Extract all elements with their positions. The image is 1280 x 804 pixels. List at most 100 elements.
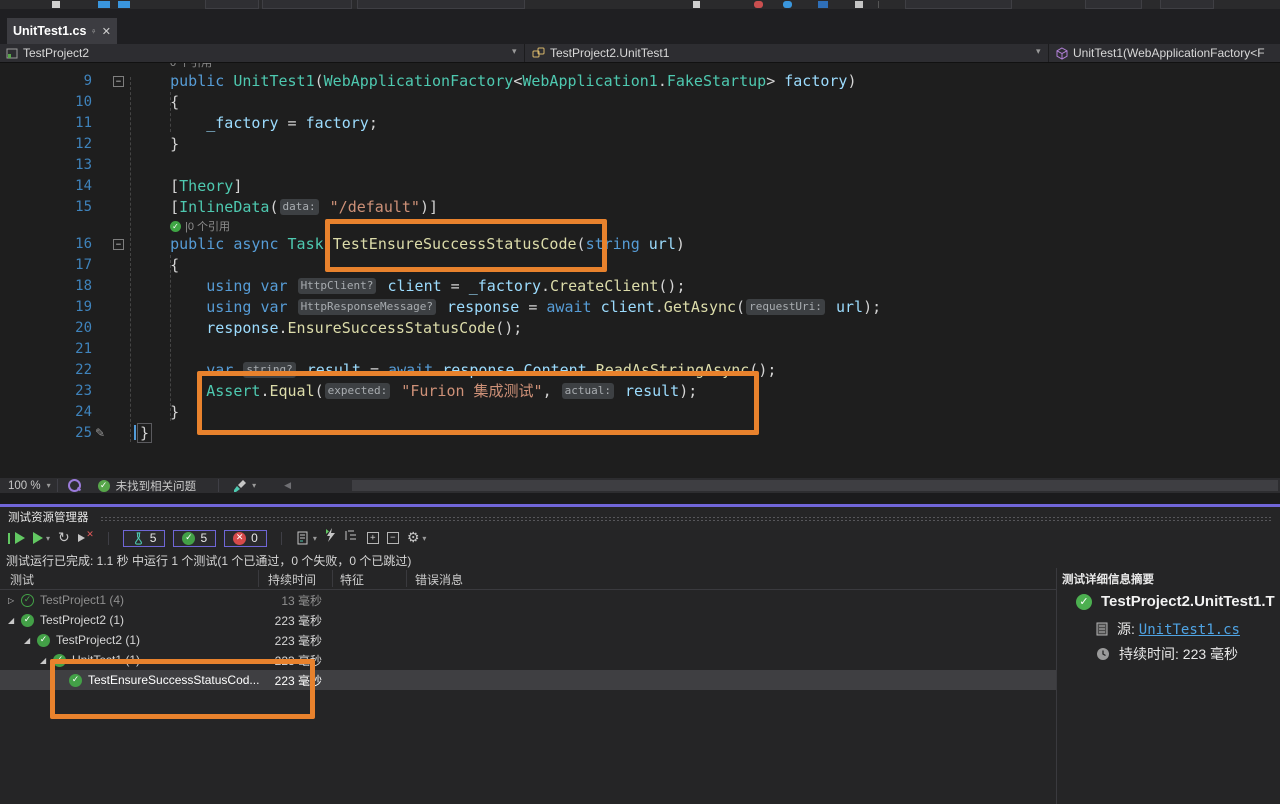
toolbar-combobox-fragment[interactable]: [357, 0, 525, 9]
code-token: ();: [749, 361, 776, 379]
playlist-button[interactable]: ▾: [296, 531, 317, 545]
code-line[interactable]: 16− public async Task TestEnsureSuccessS…: [0, 234, 1280, 255]
live-unit-testing-icon[interactable]: [325, 528, 337, 548]
details-pane-divider[interactable]: [1056, 568, 1057, 804]
code-line[interactable]: 25✎}: [0, 423, 1280, 444]
column-separator[interactable]: [258, 570, 259, 587]
toolbar-combobox-fragment[interactable]: [262, 0, 352, 9]
repeat-last-run-icon[interactable]: ↻: [58, 531, 70, 545]
details-duration: 持续时间: 223 毫秒: [1119, 644, 1238, 664]
scroll-left-icon[interactable]: ◀: [284, 481, 291, 491]
code-token: [134, 298, 206, 316]
test-tree-row[interactable]: ◢✓UnitTest1 (1)223 毫秒: [0, 650, 1056, 670]
fold-collapse-icon[interactable]: −: [113, 239, 124, 250]
column-separator[interactable]: [406, 570, 407, 587]
inline-hint: requestUri:: [746, 299, 825, 315]
chevron-down-icon[interactable]: ▾: [1036, 47, 1041, 57]
breadcrumb-member-dropdown[interactable]: UnitTest1(WebApplicationFactory<F: [1052, 44, 1280, 62]
code-line[interactable]: 18 using var HttpClient? client = _facto…: [0, 276, 1280, 297]
panel-drag-handle[interactable]: [100, 516, 1272, 521]
playlist-icon: [296, 531, 310, 545]
filter-failed-button[interactable]: ✕ 0: [224, 530, 267, 547]
horizontal-scrollbar-thumb[interactable]: [352, 480, 1278, 491]
cancel-run-icon[interactable]: ✕: [78, 531, 94, 545]
test-tree-row[interactable]: ◢✓TestProject2 (1)223 毫秒: [0, 610, 1056, 630]
toolbar-combobox-fragment[interactable]: [1160, 0, 1214, 9]
tab-unittest1[interactable]: UnitTest1.cs ✕: [7, 18, 117, 44]
code-line[interactable]: 24 }: [0, 402, 1280, 423]
code-token: Equal: [269, 382, 314, 400]
code-line[interactable]: 9− public UnitTest1(WebApplicationFactor…: [0, 71, 1280, 92]
run-test-button[interactable]: ▾: [33, 532, 50, 544]
code-cleanup-broom-icon[interactable]: [233, 479, 248, 493]
toolbar-icon-fragment[interactable]: [818, 1, 828, 8]
document-health-icon[interactable]: [68, 479, 81, 492]
test-tree-row[interactable]: ✓TestEnsureSuccessStatusCod...223 毫秒: [0, 670, 1056, 690]
code-line[interactable]: 15 [InlineData(data: "/default")]: [0, 197, 1280, 218]
zoom-level[interactable]: 100 %: [8, 480, 41, 492]
code-line[interactable]: 17 {: [0, 255, 1280, 276]
column-header[interactable]: 错误消息: [415, 571, 463, 588]
code-token: =: [361, 361, 388, 379]
toolbar-icon-fragment[interactable]: [783, 1, 792, 8]
close-icon[interactable]: ✕: [102, 25, 111, 38]
clock-icon: [1096, 647, 1110, 661]
code-line[interactable]: 20 response.EnsureSuccessStatusCode();: [0, 318, 1280, 339]
toolbar-icon-fragment[interactable]: [98, 1, 110, 8]
class-icon: [532, 47, 545, 59]
run-all-tests-button[interactable]: [8, 532, 25, 544]
code-line[interactable]: 11 _factory = factory;: [0, 113, 1280, 134]
code-editor[interactable]: 0 个引用9− public UnitTest1(WebApplicationF…: [0, 63, 1280, 478]
source-link[interactable]: UnitTest1.cs: [1139, 622, 1240, 638]
toolbar-icon-fragment[interactable]: [52, 1, 60, 8]
group-by-icon[interactable]: [345, 529, 359, 547]
code-line[interactable]: 13: [0, 155, 1280, 176]
column-separator[interactable]: [332, 570, 333, 587]
code-token: .: [514, 361, 523, 379]
collapsed-expander-icon[interactable]: ▷: [8, 596, 21, 605]
codelens-references-link[interactable]: |0 个引用: [185, 218, 230, 234]
test-tree-row[interactable]: ▷✓TestProject1 (4)13 毫秒: [0, 590, 1056, 610]
filter-passed-button[interactable]: ✓ 5: [173, 530, 216, 547]
code-line[interactable]: 23 Assert.Equal(expected: "Furion 集成测试",…: [0, 381, 1280, 402]
toolbar-combobox-fragment[interactable]: [905, 0, 1012, 9]
chevron-down-icon[interactable]: ▾: [47, 481, 51, 490]
code-token: Task: [288, 235, 333, 253]
pin-icon[interactable]: [92, 26, 95, 37]
breadcrumb-project-dropdown[interactable]: TestProject2: [0, 44, 530, 62]
code-line[interactable]: 21: [0, 339, 1280, 360]
chevron-down-icon[interactable]: ▾: [512, 47, 517, 57]
expand-all-icon[interactable]: +: [367, 532, 379, 544]
code-line[interactable]: 14 [Theory]: [0, 176, 1280, 197]
code-line[interactable]: 19 using var HttpResponseMessage? respon…: [0, 297, 1280, 318]
toolbar-icon-fragment[interactable]: [855, 1, 863, 8]
code-line[interactable]: 10 {: [0, 92, 1280, 113]
filter-total-button[interactable]: 5: [123, 530, 166, 547]
settings-button[interactable]: ⚙ ▾: [407, 531, 427, 545]
expanded-expander-icon[interactable]: ◢: [40, 656, 53, 665]
code-token: Assert: [206, 382, 260, 400]
toolbar-combobox-fragment[interactable]: [1085, 0, 1142, 9]
collapse-all-icon[interactable]: −: [387, 532, 399, 544]
toolbar-icon-fragment[interactable]: [754, 1, 763, 8]
test-duration: 223 毫秒: [240, 652, 322, 669]
chevron-down-icon[interactable]: ▾: [422, 534, 426, 543]
expanded-expander-icon[interactable]: ◢: [24, 636, 37, 645]
code-token: ();: [495, 319, 522, 337]
expanded-expander-icon[interactable]: ◢: [8, 616, 21, 625]
code-token: >: [766, 72, 784, 90]
test-tree-row[interactable]: ◢✓TestProject2 (1)223 毫秒: [0, 630, 1056, 650]
column-header[interactable]: 特征: [340, 571, 364, 588]
chevron-down-icon[interactable]: ▾: [313, 534, 317, 543]
code-line[interactable]: 22 var string? result = await response.C…: [0, 360, 1280, 381]
column-header[interactable]: 持续时间: [268, 571, 316, 588]
code-line[interactable]: 12 }: [0, 134, 1280, 155]
breadcrumb-type-dropdown[interactable]: TestProject2.UnitTest1: [528, 44, 1052, 62]
chevron-down-icon[interactable]: ▾: [46, 534, 50, 543]
fold-collapse-icon[interactable]: −: [113, 76, 124, 87]
column-header[interactable]: 测试: [10, 571, 34, 588]
toolbar-icon-fragment[interactable]: [693, 1, 700, 8]
toolbar-icon-fragment[interactable]: [118, 1, 130, 8]
chevron-down-icon[interactable]: ▾: [252, 481, 256, 490]
toolbar-combobox-fragment[interactable]: [205, 0, 259, 9]
